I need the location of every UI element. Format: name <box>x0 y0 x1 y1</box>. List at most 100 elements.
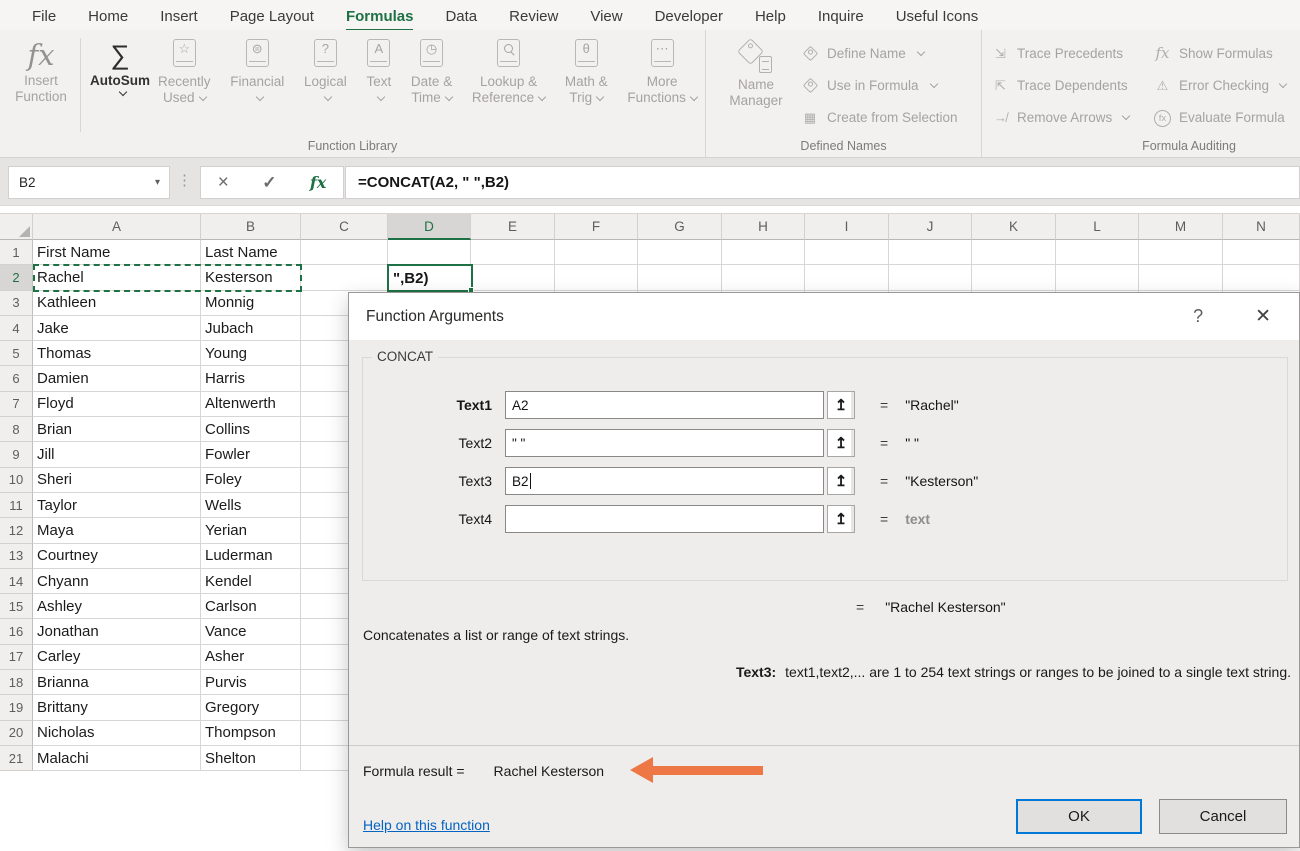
help-on-function-link[interactable]: Help on this function <box>363 817 490 833</box>
cell-g2[interactable] <box>638 265 722 290</box>
tab-data[interactable]: Data <box>429 8 493 30</box>
tab-view[interactable]: View <box>574 8 638 30</box>
cell-b20[interactable]: Thompson <box>201 721 301 746</box>
collapse-dialog-button[interactable]: ↥ <box>827 429 855 457</box>
cell-c2[interactable] <box>301 265 388 290</box>
row-header-2[interactable]: 2 <box>0 265 33 290</box>
formula-input[interactable]: =CONCAT(A2, " ",B2) <box>345 166 1300 199</box>
column-header-i[interactable]: I <box>805 214 889 240</box>
cell-h2[interactable] <box>722 265 805 290</box>
row-header-7[interactable]: 7 <box>0 392 33 417</box>
cell-a18[interactable]: Brianna <box>33 670 201 695</box>
row-header-13[interactable]: 13 <box>0 544 33 569</box>
cell-i2[interactable] <box>805 265 889 290</box>
cell-b8[interactable]: Collins <box>201 417 301 442</box>
tab-file[interactable]: File <box>16 8 72 30</box>
cell-k1[interactable] <box>972 240 1056 265</box>
cell-a21[interactable]: Malachi <box>33 746 201 771</box>
cell-a6[interactable]: Damien <box>33 366 201 391</box>
cell-g1[interactable] <box>638 240 722 265</box>
tab-inquire[interactable]: Inquire <box>802 8 880 30</box>
name-box[interactable]: B2 ▾ <box>8 166 170 199</box>
active-cell-d2[interactable]: ",B2) <box>387 264 473 292</box>
cell-b15[interactable]: Carlson <box>201 594 301 619</box>
text1-input[interactable]: A2 <box>505 391 824 419</box>
column-header-k[interactable]: K <box>972 214 1056 240</box>
row-header-16[interactable]: 16 <box>0 619 33 644</box>
row-header-12[interactable]: 12 <box>0 518 33 543</box>
close-icon[interactable]: ✕ <box>1255 305 1271 328</box>
more-functions-button[interactable]: ⋯MoreFunctions <box>627 39 697 105</box>
row-header-9[interactable]: 9 <box>0 442 33 467</box>
math-trig-button[interactable]: θMath &Trig <box>565 39 608 105</box>
logical-button[interactable]: ?Logical <box>304 39 347 105</box>
cell-b6[interactable]: Harris <box>201 366 301 391</box>
cell-a11[interactable]: Taylor <box>33 493 201 518</box>
cell-a4[interactable]: Jake <box>33 316 201 341</box>
cell-a5[interactable]: Thomas <box>33 341 201 366</box>
trace-precedents-button[interactable]: ⇲Trace Precedents <box>990 40 1123 66</box>
text3-input[interactable]: B2 <box>505 467 824 495</box>
cell-f2[interactable] <box>555 265 638 290</box>
cell-a19[interactable]: Brittany <box>33 695 201 720</box>
column-header-d[interactable]: D <box>388 214 471 240</box>
cell-a2[interactable]: Rachel <box>33 265 201 290</box>
row-header-19[interactable]: 19 <box>0 695 33 720</box>
cell-a17[interactable]: Carley <box>33 645 201 670</box>
collapse-dialog-button[interactable]: ↥ <box>827 505 855 533</box>
collapse-dialog-button[interactable]: ↥ <box>827 467 855 495</box>
tab-help[interactable]: Help <box>739 8 802 30</box>
cell-i1[interactable] <box>805 240 889 265</box>
use-in-formula-button[interactable]: Use in Formula <box>800 72 937 98</box>
row-header-15[interactable]: 15 <box>0 594 33 619</box>
cell-n1[interactable] <box>1223 240 1300 265</box>
column-header-f[interactable]: F <box>555 214 638 240</box>
cell-b16[interactable]: Vance <box>201 619 301 644</box>
enter-entry-icon[interactable]: ✓ <box>262 173 276 193</box>
cell-k2[interactable] <box>972 265 1056 290</box>
cell-b12[interactable]: Yerian <box>201 518 301 543</box>
cell-j2[interactable] <box>889 265 972 290</box>
dialog-title-bar[interactable]: Function Arguments ? ✕ <box>349 293 1299 340</box>
show-formulas-button[interactable]: fxShow Formulas <box>1152 40 1273 66</box>
column-header-l[interactable]: L <box>1056 214 1139 240</box>
insert-function-button[interactable]: fx Insert Function <box>6 37 76 105</box>
tab-useful-icons[interactable]: Useful Icons <box>880 8 995 30</box>
cell-b14[interactable]: Kendel <box>201 569 301 594</box>
tab-insert[interactable]: Insert <box>144 8 214 30</box>
row-header-11[interactable]: 11 <box>0 493 33 518</box>
row-header-5[interactable]: 5 <box>0 341 33 366</box>
create-from-selection-button[interactable]: ▦Create from Selection <box>800 104 958 130</box>
lookup-reference-button[interactable]: Lookup &Reference <box>472 39 545 105</box>
cell-d1[interactable] <box>388 240 471 265</box>
cell-b10[interactable]: Foley <box>201 468 301 493</box>
collapse-dialog-button[interactable]: ↥ <box>827 391 855 419</box>
row-header-20[interactable]: 20 <box>0 721 33 746</box>
row-header-8[interactable]: 8 <box>0 417 33 442</box>
define-name-button[interactable]: Define Name <box>800 40 924 66</box>
formula-bar-grip-icon[interactable]: ⋮ <box>177 171 192 189</box>
cell-n2[interactable] <box>1223 265 1300 290</box>
cell-b17[interactable]: Asher <box>201 645 301 670</box>
column-header-a[interactable]: A <box>33 214 201 240</box>
cell-b4[interactable]: Jubach <box>201 316 301 341</box>
cell-f1[interactable] <box>555 240 638 265</box>
cell-a16[interactable]: Jonathan <box>33 619 201 644</box>
cell-a9[interactable]: Jill <box>33 442 201 467</box>
cell-a12[interactable]: Maya <box>33 518 201 543</box>
text2-input[interactable]: " " <box>505 429 824 457</box>
tab-developer[interactable]: Developer <box>639 8 739 30</box>
dialog-help-button[interactable]: ? <box>1193 306 1203 327</box>
row-header-6[interactable]: 6 <box>0 366 33 391</box>
row-header-18[interactable]: 18 <box>0 670 33 695</box>
cell-a20[interactable]: Nicholas <box>33 721 201 746</box>
cell-b21[interactable]: Shelton <box>201 746 301 771</box>
cell-a14[interactable]: Chyann <box>33 569 201 594</box>
cell-b2[interactable]: Kesterson <box>201 265 301 290</box>
cell-l1[interactable] <box>1056 240 1139 265</box>
cell-a15[interactable]: Ashley <box>33 594 201 619</box>
cell-b3[interactable]: Monnig <box>201 291 301 316</box>
column-header-c[interactable]: C <box>301 214 388 240</box>
column-header-e[interactable]: E <box>471 214 555 240</box>
row-header-1[interactable]: 1 <box>0 240 33 265</box>
